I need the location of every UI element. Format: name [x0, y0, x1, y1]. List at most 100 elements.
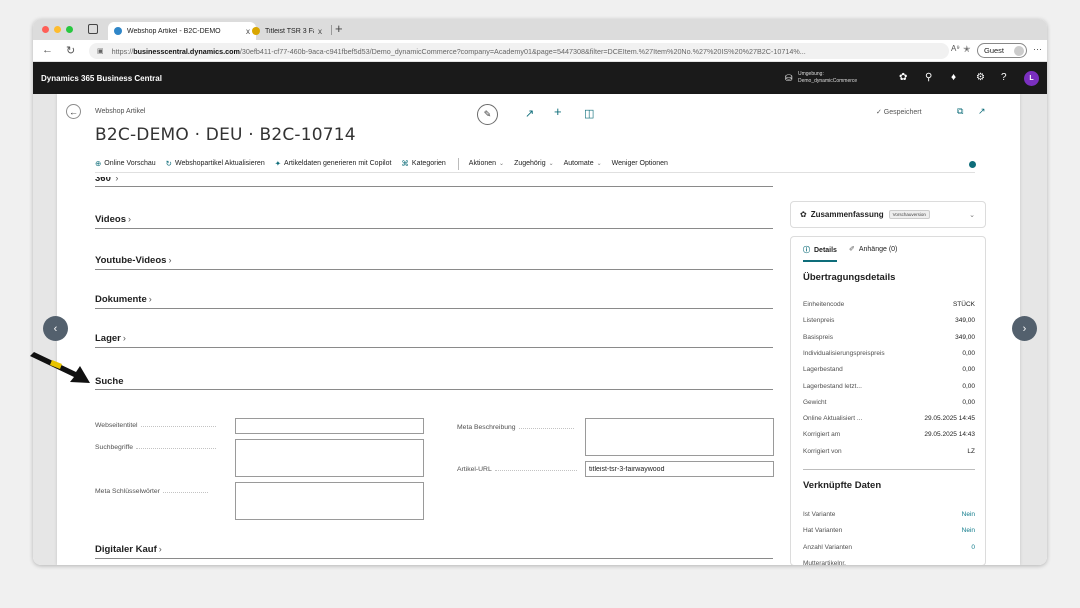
factbox-row: Lagerbestand letzt... 0,00 [803, 383, 975, 397]
tab-actions-icon[interactable] [88, 24, 98, 34]
guest-label: Guest [984, 46, 1005, 55]
next-record-button[interactable]: › [1012, 316, 1037, 341]
bc-favicon-icon [114, 27, 122, 35]
row-value: 349,00 [955, 317, 975, 325]
zoom-window-dot[interactable] [66, 26, 73, 33]
share-icon[interactable]: ↗ [525, 107, 534, 120]
help-icon[interactable]: ? [1001, 72, 1007, 83]
label-leader [140, 423, 216, 427]
chevron-right-icon: › [127, 214, 131, 224]
minimize-window-dot[interactable] [54, 26, 61, 33]
url-field[interactable]: ▣ https://businesscentral.dynamics.com/3… [89, 43, 949, 59]
url-prefix: https:// [111, 46, 134, 56]
copilot-icon[interactable]: ✿ [899, 72, 907, 83]
row-label: Online Aktualisiert ... [803, 415, 863, 423]
row-label: Mutterartikelnr. [803, 559, 846, 565]
row-label: Listenpreis [803, 317, 835, 325]
reload-icon[interactable]: ↻ [66, 44, 75, 57]
section-youtube-videos[interactable]: Youtube-Videos › [95, 255, 773, 270]
tab-details[interactable]: ⓘ Details [803, 245, 837, 262]
related-menu[interactable]: Zugehörig ⌄ [514, 160, 554, 167]
gear-icon[interactable]: ⚙ [976, 72, 985, 83]
user-avatar[interactable]: L [1024, 71, 1039, 86]
action-bar: ⊕ Online Vorschau ↻ Webshopartikel Aktuali… [95, 155, 975, 173]
section-title: Dokumente [95, 294, 147, 305]
factbox-row: Mutterartikelnr. _ [803, 560, 975, 565]
edit-pencil-icon[interactable]: ✎ [477, 104, 498, 125]
factbox-title: Zusammenfassung [810, 210, 884, 219]
section-videos[interactable]: Videos › [95, 214, 773, 229]
add-icon[interactable]: + [554, 104, 562, 119]
chevron-down-icon: ⌄ [969, 212, 975, 219]
open-new-window-icon[interactable]: ⧉ [957, 106, 963, 117]
row-value[interactable]: Nein [962, 527, 975, 534]
environment-info[interactable]: Umgebung: Demo_dynamicCommerce [798, 71, 857, 85]
section-360[interactable]: 360 › [95, 177, 773, 187]
annotation-arrow-icon [30, 352, 90, 383]
back-button[interactable]: ← [66, 104, 81, 119]
favorites-icon[interactable]: ✭ [963, 44, 971, 55]
section-lager[interactable]: Lager › [95, 333, 773, 348]
close-window-dot[interactable] [42, 26, 49, 33]
webseitentitel-field[interactable] [235, 418, 424, 434]
expand-icon[interactable]: ↗ [978, 106, 986, 117]
categories-action[interactable]: ⌘ Kategorien [401, 159, 445, 168]
tab-divider [331, 25, 332, 35]
environment-icon: ⛁ [785, 73, 793, 83]
shop-favicon-icon [252, 27, 260, 35]
row-value[interactable]: Nein [962, 511, 975, 518]
read-aloud-icon[interactable]: A⁹ [951, 44, 960, 53]
row-value: 29.05.2025 14:45 [924, 415, 975, 423]
row-value[interactable]: _ [971, 560, 975, 565]
section-dokumente[interactable]: Dokumente › [95, 294, 773, 309]
row-label: Ist Variante [803, 511, 836, 518]
refresh-icon: ↻ [165, 159, 172, 168]
tab-close-icon[interactable]: x [318, 27, 322, 36]
field-label-text: Artikel-URL [457, 466, 492, 473]
meta-keywords-field[interactable] [235, 482, 424, 520]
chevron-right-icon: › [158, 544, 162, 554]
new-tab-button[interactable]: + [335, 21, 343, 36]
section-title: Lager [95, 333, 121, 344]
chevron-down-icon: ⌄ [499, 161, 505, 167]
guest-profile-button[interactable]: Guest [977, 43, 1027, 58]
section-suche[interactable]: Suche [95, 376, 773, 390]
actions-menu[interactable]: Aktionen ⌄ [469, 160, 504, 167]
linked-data-heading: Verknüpfte Daten [803, 480, 882, 491]
action-label: Webshopartikel Aktualisieren [174, 160, 265, 167]
update-webshop-item-action[interactable]: ↻ Webshopartikel Aktualisieren [166, 159, 265, 168]
field-label-text: Webseitentitel [95, 422, 138, 429]
more-menu-icon[interactable]: ⋯ [1033, 44, 1042, 55]
online-preview-action[interactable]: ⊕ Online Vorschau [95, 159, 156, 168]
row-value: 29.05.2025 14:43 [924, 431, 975, 439]
factbox-header[interactable]: ✿ Zusammenfassung Vorschauversion ⌄ [790, 201, 986, 228]
fewer-options-button[interactable]: Weniger Optionen [612, 160, 668, 167]
row-value: 0,00 [962, 382, 975, 390]
label-leader [518, 425, 574, 429]
menu-label: Zugehörig [514, 160, 546, 167]
app-brand[interactable]: Dynamics 365 Business Central [41, 74, 162, 83]
row-label: Einheitencode [803, 301, 845, 308]
meta-description-label: Meta Beschreibung [457, 424, 581, 431]
meta-description-field[interactable] [585, 418, 774, 456]
copilot-generate-action[interactable]: ✦ Artikeldaten generieren mit Copilot [275, 159, 392, 168]
automate-menu[interactable]: Automate ⌄ [564, 160, 602, 167]
chevron-down-icon: ⌄ [548, 161, 554, 167]
bell-icon[interactable]: ♦ [951, 72, 956, 83]
browser-tab-webshop[interactable]: Webshop Artikel - B2C-DEMO x [108, 22, 256, 40]
info-pane-icon[interactable] [969, 161, 976, 168]
trash-icon[interactable]: ◫ [584, 107, 594, 120]
back-arrow-icon[interactable]: ← [42, 44, 53, 56]
preview-badge: Vorschauversion [888, 210, 930, 219]
tab-attachments[interactable]: ✐ Anhänge (0) [849, 245, 897, 262]
row-value: 0,00 [962, 398, 975, 406]
factbox-details: ⓘ Details ✐ Anhänge (0) Übertragungsdetail… [790, 236, 986, 565]
search-icon[interactable]: ⚲ [925, 72, 932, 83]
artikel-url-field[interactable] [585, 461, 774, 477]
previous-record-button[interactable]: ‹ [43, 316, 68, 341]
suchbegriffe-field[interactable] [235, 439, 424, 477]
row-value[interactable]: 0 [971, 544, 975, 551]
tab-label: Anhänge (0) [858, 246, 898, 253]
browser-tab-titleist[interactable]: Titleist TSR 3 Fairwaywood - Ci x [246, 22, 328, 40]
section-digitaler-kauf[interactable]: Digitaler Kauf › [95, 544, 773, 559]
